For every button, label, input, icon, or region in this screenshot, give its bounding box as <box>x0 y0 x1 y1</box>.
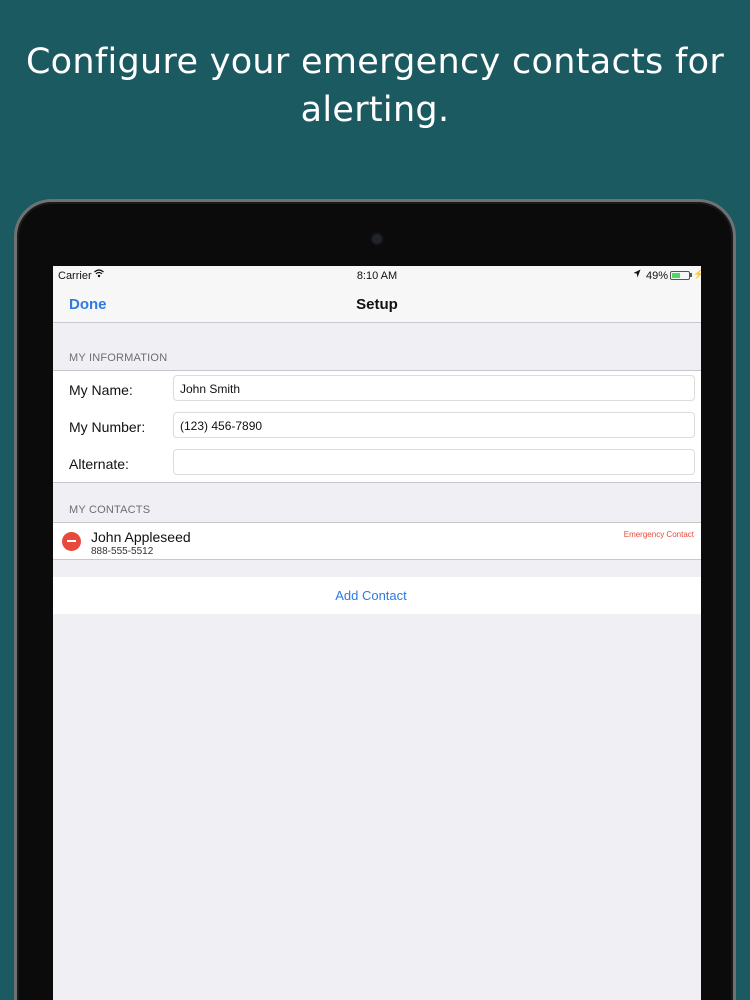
my-name-label: My Name: <box>69 382 133 398</box>
my-name-field[interactable]: John Smith <box>173 375 695 401</box>
contact-row[interactable]: John Appleseed 888-555-5512 Emergency Co… <box>53 523 701 559</box>
minus-bar <box>67 540 76 542</box>
my-number-field[interactable]: (123) 456-7890 <box>173 412 695 438</box>
charging-bolt-icon: ⚡ <box>693 269 701 279</box>
emergency-contact-badge: Emergency Contact <box>623 530 694 539</box>
page-title: Setup <box>356 296 398 313</box>
navigation-bar: Done Setup <box>53 286 701 323</box>
add-contact-button[interactable]: Add Contact <box>53 577 689 613</box>
my-information-group: My Name: John Smith My Number: (123) 456… <box>53 370 701 483</box>
my-number-label: My Number: <box>69 419 146 435</box>
minus-circle-icon[interactable] <box>62 532 81 551</box>
alternate-label: Alternate: <box>69 456 129 472</box>
ipad-frame: Carrier 8:10 AM 49% ⚡ Done Setup MY INFO… <box>14 199 736 1000</box>
app-screen: Carrier 8:10 AM 49% ⚡ Done Setup MY INFO… <box>53 266 701 1000</box>
my-contacts-header: MY CONTACTS <box>69 504 151 516</box>
battery-icon <box>670 271 690 280</box>
headline: Configure your emergency contacts for al… <box>25 42 725 130</box>
battery-fill <box>672 273 680 278</box>
status-time: 8:10 AM <box>356 270 398 282</box>
battery-percent: 49% <box>646 270 669 282</box>
location-arrow-icon <box>633 269 641 281</box>
contact-name: John Appleseed <box>91 529 191 545</box>
my-number-row: My Number: (123) 456-7890 <box>53 408 701 445</box>
camera-icon <box>372 234 382 244</box>
my-name-row: My Name: John Smith <box>53 371 701 408</box>
my-information-header: MY INFORMATION <box>69 352 168 364</box>
status-bar: Carrier 8:10 AM 49% ⚡ <box>53 266 701 286</box>
contact-phone: 888-555-5512 <box>91 546 154 557</box>
battery-tip <box>690 273 692 277</box>
add-contact-group: Add Contact <box>53 577 701 614</box>
contacts-group: John Appleseed 888-555-5512 Emergency Co… <box>53 522 701 560</box>
alternate-field[interactable] <box>173 449 695 475</box>
alternate-row: Alternate: <box>53 445 701 482</box>
